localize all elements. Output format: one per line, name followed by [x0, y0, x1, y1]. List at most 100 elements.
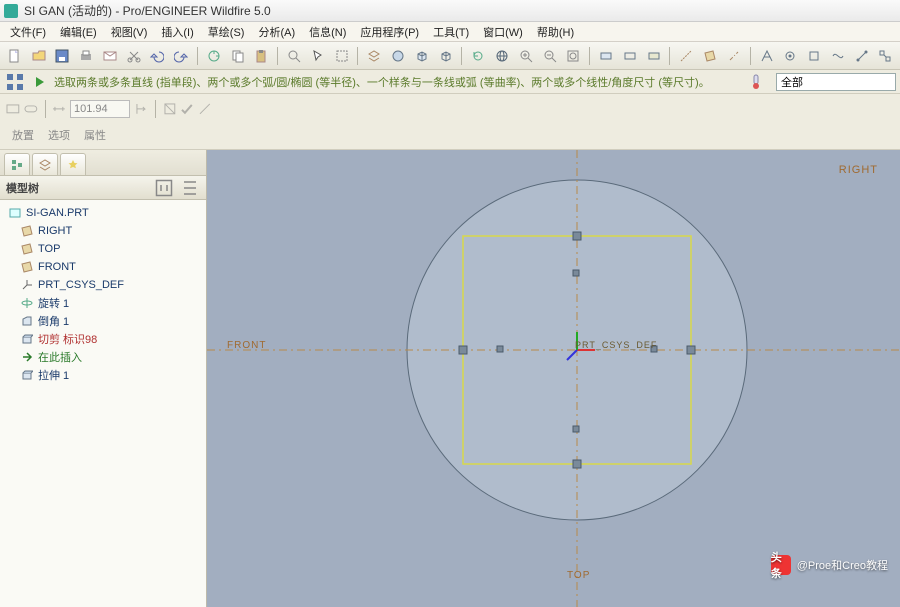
- plane-button[interactable]: [699, 45, 721, 67]
- menu-file[interactable]: 文件(F): [4, 22, 52, 42]
- find-button[interactable]: [283, 45, 305, 67]
- plane-icon: [20, 242, 34, 256]
- menu-insert[interactable]: 插入(I): [155, 22, 199, 42]
- layers-button[interactable]: [363, 45, 385, 67]
- ref-button[interactable]: [675, 45, 697, 67]
- box-select-icon: [335, 49, 349, 63]
- tree-show-button[interactable]: [180, 179, 200, 197]
- part-icon: [8, 206, 22, 220]
- separator: [155, 100, 156, 118]
- menu-window[interactable]: 窗口(W): [477, 22, 529, 42]
- zoom-in-button[interactable]: [515, 45, 537, 67]
- sketch-section-icon[interactable]: [163, 100, 177, 118]
- watermark-text: @Proe和Creo教程: [797, 557, 888, 573]
- menu-app[interactable]: 应用程序(P): [354, 22, 425, 42]
- open-file-icon: [32, 49, 46, 63]
- filter-label: 全部: [781, 74, 803, 90]
- redo-button[interactable]: [170, 45, 192, 67]
- tab-options[interactable]: 选项: [48, 127, 70, 143]
- dim1-button[interactable]: [595, 45, 617, 67]
- sketch-a-button[interactable]: [756, 45, 778, 67]
- regenerate-button[interactable]: [203, 45, 225, 67]
- copy-button[interactable]: [227, 45, 249, 67]
- sketch-c-button[interactable]: [803, 45, 825, 67]
- new-file-icon: [8, 49, 22, 63]
- tree-item-label: 倒角 1: [38, 313, 69, 329]
- sketch-line-icon[interactable]: [198, 100, 212, 118]
- sketch-slot-icon[interactable]: [24, 100, 38, 118]
- select-button[interactable]: [307, 45, 329, 67]
- globe-button[interactable]: [491, 45, 513, 67]
- filter-dropdown[interactable]: 全部: [776, 73, 896, 91]
- undo-button[interactable]: [147, 45, 169, 67]
- refresh-button[interactable]: [467, 45, 489, 67]
- scene-canvas: [207, 150, 900, 607]
- tree-item-label: 旋转 1: [38, 295, 69, 311]
- menu-help[interactable]: 帮助(H): [531, 22, 580, 42]
- menu-view[interactable]: 视图(V): [105, 22, 154, 42]
- undo-icon: [150, 49, 164, 63]
- menu-analysis[interactable]: 分析(A): [252, 22, 301, 42]
- tab-star[interactable]: [60, 153, 86, 175]
- box-select-button[interactable]: [331, 45, 353, 67]
- main-toolbar: [0, 42, 900, 70]
- new-file-button[interactable]: [4, 45, 26, 67]
- tree-item[interactable]: 拉伸 1: [2, 366, 204, 384]
- axis-button[interactable]: [723, 45, 745, 67]
- dim2-button[interactable]: [619, 45, 641, 67]
- zoom-out-button[interactable]: [539, 45, 561, 67]
- mail-button[interactable]: [99, 45, 121, 67]
- tree-item[interactable]: RIGHT: [2, 222, 204, 240]
- print-button[interactable]: [75, 45, 97, 67]
- separator: [277, 47, 278, 65]
- wire-button[interactable]: [435, 45, 457, 67]
- dim3-button[interactable]: [643, 45, 665, 67]
- zoom-fit-button[interactable]: [562, 45, 584, 67]
- main-body: 模型树 SI-GAN.PRT RIGHTTOPFRONTPRT_CSYS_DEF…: [0, 150, 900, 607]
- tree-item[interactable]: 倒角 1: [2, 312, 204, 330]
- separator: [750, 47, 751, 65]
- open-file-button[interactable]: [28, 45, 50, 67]
- tree-item-label: PRT_CSYS_DEF: [38, 279, 124, 291]
- tree-item[interactable]: PRT_CSYS_DEF: [2, 276, 204, 294]
- plane-icon: [20, 224, 34, 238]
- graphics-viewport[interactable]: RIGHT TOP FRONT PRT_CSYS_DEF: [207, 150, 900, 607]
- tree-item[interactable]: 切剪 标识98: [2, 330, 204, 348]
- zoom-fit-icon: [566, 49, 580, 63]
- tree-settings-button[interactable]: [154, 179, 174, 197]
- tab-properties[interactable]: 属性: [84, 127, 106, 143]
- sketch-d-button[interactable]: [827, 45, 849, 67]
- tab-layers[interactable]: [32, 153, 58, 175]
- menu-edit[interactable]: 编辑(E): [54, 22, 103, 42]
- sketch-e-button[interactable]: [851, 45, 873, 67]
- tree-item[interactable]: 在此插入: [2, 348, 204, 366]
- tab-tree[interactable]: [4, 153, 30, 175]
- sketch-check-icon[interactable]: [180, 100, 194, 118]
- tree-item[interactable]: FRONT: [2, 258, 204, 276]
- cut-button[interactable]: [123, 45, 145, 67]
- sketch-depth-icon[interactable]: [134, 100, 148, 118]
- sketch-b-button[interactable]: [779, 45, 801, 67]
- paste-button[interactable]: [250, 45, 272, 67]
- tab-placement[interactable]: 放置: [12, 127, 34, 143]
- tree-root[interactable]: SI-GAN.PRT: [2, 204, 204, 222]
- menu-info[interactable]: 信息(N): [303, 22, 352, 42]
- sketch-dim-icon[interactable]: [52, 100, 66, 118]
- menu-sketch[interactable]: 草绘(S): [202, 22, 251, 42]
- zoom-out-icon: [543, 49, 557, 63]
- extrude-icon: [20, 368, 34, 382]
- tree-item[interactable]: TOP: [2, 240, 204, 258]
- menu-tools[interactable]: 工具(T): [427, 22, 475, 42]
- tree-item-label: TOP: [38, 243, 60, 255]
- sketch-a-icon: [760, 49, 774, 63]
- hint-play-icon: [32, 74, 48, 90]
- render-button[interactable]: [387, 45, 409, 67]
- hint-toggle-button[interactable]: [4, 71, 26, 93]
- dimension-input[interactable]: [70, 100, 130, 118]
- viewport-csys-label: PRT_CSYS_DEF: [575, 340, 657, 350]
- cube-button[interactable]: [411, 45, 433, 67]
- sketch-rect-icon[interactable]: [6, 100, 20, 118]
- tree-item[interactable]: 旋转 1: [2, 294, 204, 312]
- save-disk-button[interactable]: [52, 45, 74, 67]
- sketch-f-button[interactable]: [874, 45, 896, 67]
